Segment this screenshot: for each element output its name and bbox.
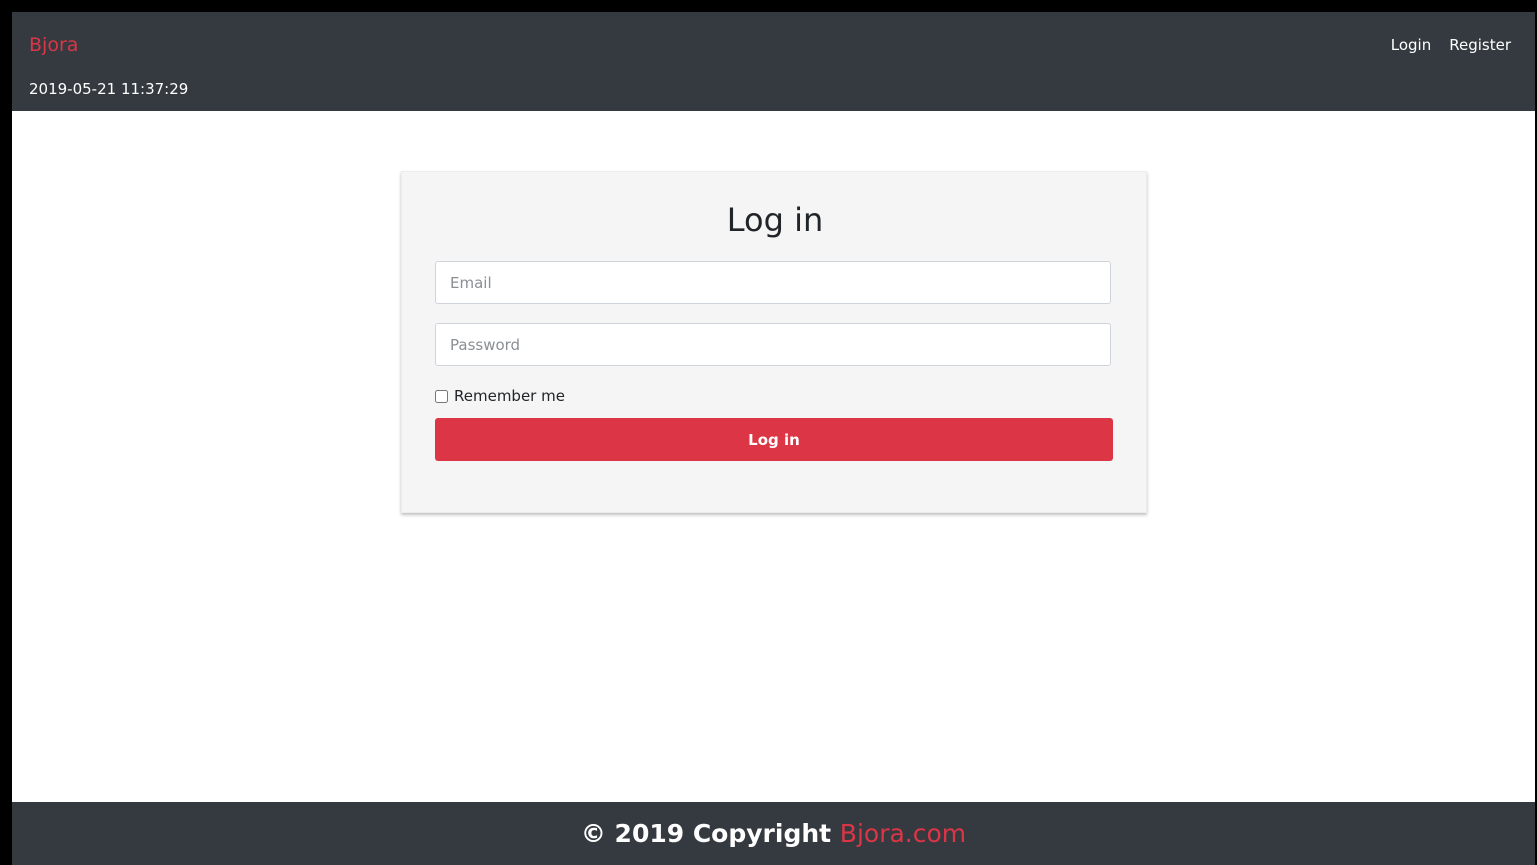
login-card: Log in Remember me Log in bbox=[401, 171, 1147, 513]
current-datetime: 2019-05-21 11:37:29 bbox=[29, 80, 189, 98]
login-title: Log in bbox=[726, 201, 824, 239]
remember-me-label: Remember me bbox=[454, 387, 565, 405]
nav-links: Login Register bbox=[1391, 36, 1511, 54]
footer-copyright: © 2019 Copyright bbox=[580, 819, 840, 848]
remember-me-checkbox[interactable] bbox=[435, 389, 448, 403]
login-button[interactable]: Log in bbox=[435, 418, 1113, 461]
top-navbar: Bjora 2019-05-21 11:37:29 Login Register bbox=[12, 12, 1535, 111]
brand-logo-link[interactable]: Bjora bbox=[29, 34, 78, 56]
page-footer: © 2019 Copyright Bjora.com bbox=[12, 802, 1535, 865]
nav-register-link[interactable]: Register bbox=[1449, 36, 1511, 54]
footer-site-link[interactable]: Bjora.com bbox=[840, 819, 966, 848]
remember-me-row[interactable]: Remember me bbox=[435, 387, 565, 405]
browser-viewport: Bjora 2019-05-21 11:37:29 Login Register… bbox=[12, 12, 1535, 865]
email-input[interactable] bbox=[435, 261, 1111, 304]
password-input[interactable] bbox=[435, 323, 1111, 366]
nav-login-link[interactable]: Login bbox=[1391, 36, 1431, 54]
